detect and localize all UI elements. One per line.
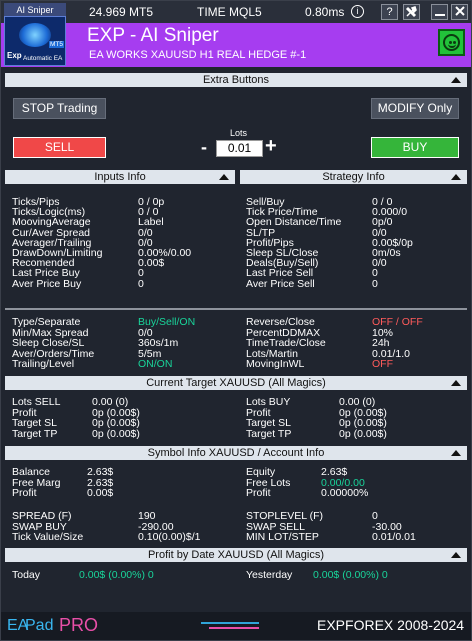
today-value: 0.00$ (0.00%) 0 — [79, 569, 154, 581]
collapse-icon[interactable] — [451, 380, 461, 386]
minimize-icon — [434, 14, 445, 16]
yesterday-value: 0.00$ (0.00%) 0 — [313, 569, 388, 581]
section-title: Inputs Info — [94, 171, 146, 183]
setting-value: OFF — [372, 358, 393, 370]
section-profit-by-date[interactable]: Profit by Date XAUUSD (All Magics) — [5, 548, 467, 562]
collapse-icon[interactable] — [219, 174, 229, 180]
buy-button[interactable]: BUY — [371, 137, 459, 158]
section-inputs-info[interactable]: Inputs Info — [5, 170, 235, 184]
minimize-button[interactable] — [431, 4, 448, 20]
section-title: Symbol Info XAUUSD / Account Info — [147, 447, 325, 459]
setting-label: Trailing/Level — [12, 358, 75, 370]
sell-button[interactable]: SELL — [13, 137, 106, 158]
settings-button[interactable] — [403, 4, 420, 20]
account-label: Profit — [12, 487, 37, 499]
strategy-info-value: 0 — [372, 277, 378, 290]
today-label: Today — [12, 569, 41, 581]
footer-decor-line — [209, 627, 259, 629]
symbol-label: Tick Value/Size — [12, 531, 84, 543]
lots-increase-button[interactable]: + — [265, 136, 277, 156]
collapse-icon[interactable] — [451, 77, 461, 83]
section-title: Profit by Date XAUUSD (All Magics) — [147, 549, 325, 561]
info-circle-icon[interactable]: i — [351, 5, 364, 18]
symbol-label: MIN LOT/STEP — [246, 531, 319, 543]
target-label: Target TP — [12, 427, 58, 440]
account-value: 0.00000% — [321, 487, 369, 499]
account-label: Profit — [246, 487, 271, 499]
account-value: 0.00$ — [87, 487, 114, 499]
stop-trading-button[interactable]: STOP Trading — [13, 98, 106, 119]
inputs-info-label: Aver Price Buy — [12, 277, 82, 290]
symbol-value: 0.01/0.01 — [372, 531, 416, 543]
logo: MT5 Exp Automatic EA — [4, 16, 66, 66]
footer-brand-pro: PRO — [59, 615, 99, 635]
ea-subtitle: EA WORKS XAUUSD H1 REAL HEDGE #-1 — [89, 49, 307, 61]
setting-label: MovingInWL — [246, 358, 305, 370]
close-button[interactable] — [451, 4, 468, 20]
lots-decrease-button[interactable]: - — [201, 137, 207, 157]
footer-decor-line — [201, 622, 259, 624]
target-value: 0p (0.00$) — [339, 427, 387, 440]
section-title: Current Target XAUUSD (All Magics) — [146, 377, 326, 389]
divider — [5, 308, 467, 310]
section-title: Strategy Info — [322, 171, 385, 183]
inputs-info-value: 0 — [138, 277, 144, 290]
logo-mt5: MT5 — [49, 41, 64, 48]
price-readout: 24.969 MT5 — [89, 5, 154, 19]
section-strategy-info[interactable]: Strategy Info — [240, 170, 467, 184]
smiley-icon — [443, 34, 460, 51]
section-current-target[interactable]: Current Target XAUUSD (All Magics) — [5, 376, 467, 390]
target-value: 0p (0.00$) — [92, 427, 140, 440]
target-label: Target TP — [246, 427, 292, 440]
logo-tag: AI Sniper — [4, 3, 66, 17]
setting-value: ON/ON — [138, 358, 173, 370]
collapse-icon[interactable] — [451, 174, 461, 180]
modify-only-button[interactable]: MODIFY Only — [371, 98, 459, 119]
section-title: Extra Buttons — [202, 74, 270, 86]
time-label: TIME MQL5 — [197, 5, 262, 19]
section-extra-buttons[interactable]: Extra Buttons — [5, 73, 467, 87]
ea-title: EXP - AI Sniper — [87, 25, 219, 46]
footer-brand-pad: Pad — [25, 617, 54, 634]
close-icon — [454, 6, 465, 16]
logo-exp: Exp — [7, 51, 22, 60]
strategy-info-label: Aver Price Sell — [246, 277, 315, 290]
collapse-icon[interactable] — [451, 450, 461, 456]
section-symbol-info[interactable]: Symbol Info XAUUSD / Account Info — [5, 446, 467, 460]
yesterday-label: Yesterday — [246, 569, 293, 581]
symbol-value: 0.10(0.00)$/1 — [138, 531, 201, 543]
collapse-icon[interactable] — [451, 552, 461, 558]
logo-subtitle: Automatic EA — [23, 55, 63, 62]
lots-label: Lots — [230, 128, 248, 138]
tools-icon — [405, 6, 417, 18]
help-button[interactable]: ? — [381, 4, 398, 20]
latency-readout: 0.80ms — [305, 5, 345, 19]
ea-panel-window: AI Sniper MT5 Exp Automatic EA 24.969 MT… — [0, 0, 472, 641]
status-smiley-button[interactable] — [438, 29, 465, 56]
ai-brain-icon — [19, 23, 51, 47]
lots-input[interactable]: 0.01 — [216, 140, 263, 157]
footer-copyright: EXPFOREX 2008-2024 — [317, 617, 465, 633]
